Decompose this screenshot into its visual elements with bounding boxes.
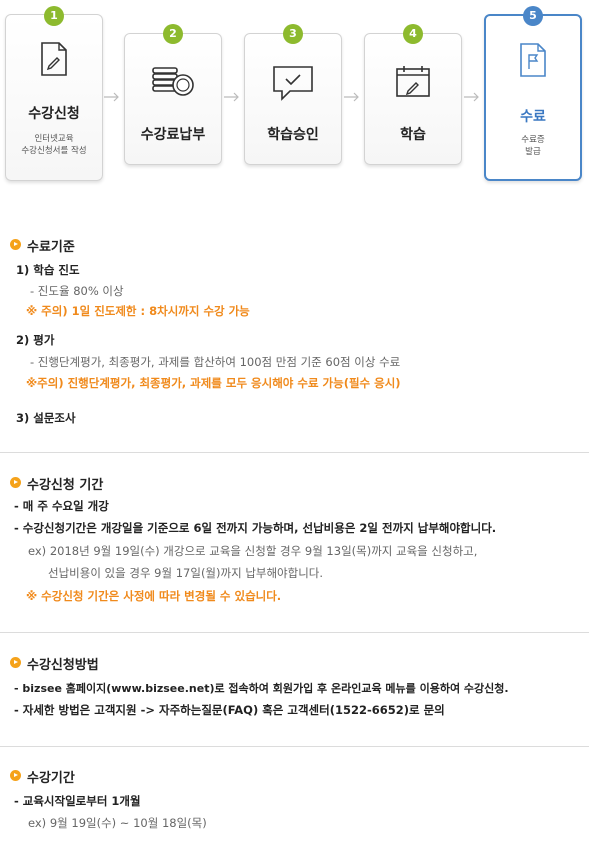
arrow-right-icon — [224, 92, 239, 102]
method-text: - 자세한 방법은 고객지원 -> 자주하는질문(FAQ) 혹은 고객센터(15… — [14, 703, 445, 717]
section-heading: 수강신청 기간 — [27, 478, 104, 493]
section-heading: 수강기간 — [27, 771, 75, 786]
step-number: 5 — [523, 6, 543, 26]
process-steps: 1 수강신청 인터넷교육 수강신청서를 작성 2 수강료납부 3 학습승인 4 … — [0, 0, 589, 190]
bullet-icon — [10, 477, 21, 488]
period-text: - 매 주 수요일 개강 — [14, 499, 109, 513]
section-heading: 수료기준 — [27, 240, 75, 255]
arrow-right-icon — [104, 92, 119, 102]
arrow-right-icon — [344, 92, 359, 102]
period-text: - 수강신청기간은 개강일을 기준으로 6일 전까지 가능하며, 선납비용은 2… — [14, 521, 497, 535]
step-study: 4 학습 — [364, 24, 462, 165]
section-divider — [0, 452, 589, 453]
bullet-icon — [10, 657, 21, 668]
criteria-item-title: 3) 설문조사 — [16, 411, 76, 425]
flag-document-icon — [520, 43, 546, 77]
criteria-item-note: ※ 주의) 1일 진도제한 : 8차시까지 수강 가능 — [26, 304, 250, 318]
step-sub-1: 수료증 — [521, 135, 545, 145]
bullet-icon — [10, 239, 21, 250]
step-sub-2: 수강신청서를 작성 — [21, 146, 87, 156]
step-title: 학습 — [400, 127, 426, 143]
document-pencil-icon — [41, 42, 67, 76]
step-title: 수강료납부 — [140, 127, 206, 143]
period-note: ※ 수강신청 기간은 사정에 따라 변경될 수 있습니다. — [26, 589, 282, 603]
step-approval: 3 학습승인 — [244, 24, 342, 165]
criteria-item-note: ※주의) 진행단계평가, 최종평가, 과제를 모두 응시해야 수료 가능(필수 … — [26, 376, 401, 390]
section-heading: 수강신청방법 — [27, 658, 99, 673]
step-number: 3 — [283, 24, 303, 44]
duration-example: ex) 9월 19일(수) ~ 10월 18일(목) — [28, 816, 207, 830]
criteria-item-title: 1) 학습 진도 — [16, 263, 80, 277]
step-title: 수강신청 — [28, 106, 80, 122]
bullet-icon — [10, 770, 21, 781]
arrow-right-icon — [464, 92, 479, 102]
period-example: 선납비용이 있을 경우 9월 17일(월)까지 납부해야합니다. — [48, 566, 324, 580]
step-title: 학습승인 — [267, 127, 319, 143]
step-title: 수료 — [520, 109, 546, 125]
method-text: - bizsee 홈페이지(www.bizsee.net)로 접속하여 회원가입… — [14, 682, 509, 695]
step-completion: 5 수료 수료증 발급 — [484, 6, 582, 181]
section-divider — [0, 746, 589, 747]
chat-check-icon — [273, 66, 313, 101]
calendar-pencil-icon — [396, 66, 430, 97]
section-divider — [0, 632, 589, 633]
step-sub-1: 인터넷교육 — [34, 134, 74, 144]
step-apply: 1 수강신청 인터넷교육 수강신청서를 작성 — [5, 6, 103, 181]
duration-text: - 교육시작일로부터 1개월 — [14, 794, 141, 808]
step-number: 4 — [403, 24, 423, 44]
step-sub-2: 발급 — [525, 147, 541, 157]
step-number: 1 — [44, 6, 64, 26]
step-number: 2 — [163, 24, 183, 44]
step-payment: 2 수강료납부 — [124, 24, 222, 165]
criteria-item-text: - 진도율 80% 이상 — [30, 284, 124, 298]
period-example: ex) 2018년 9월 19일(수) 개강으로 교육을 신청할 경우 9월 1… — [28, 544, 478, 558]
criteria-item-title: 2) 평가 — [16, 333, 55, 347]
coins-icon — [152, 67, 194, 96]
criteria-item-text: - 진행단계평가, 최종평가, 과제를 합산하여 100점 만점 기준 60점 … — [30, 355, 401, 369]
